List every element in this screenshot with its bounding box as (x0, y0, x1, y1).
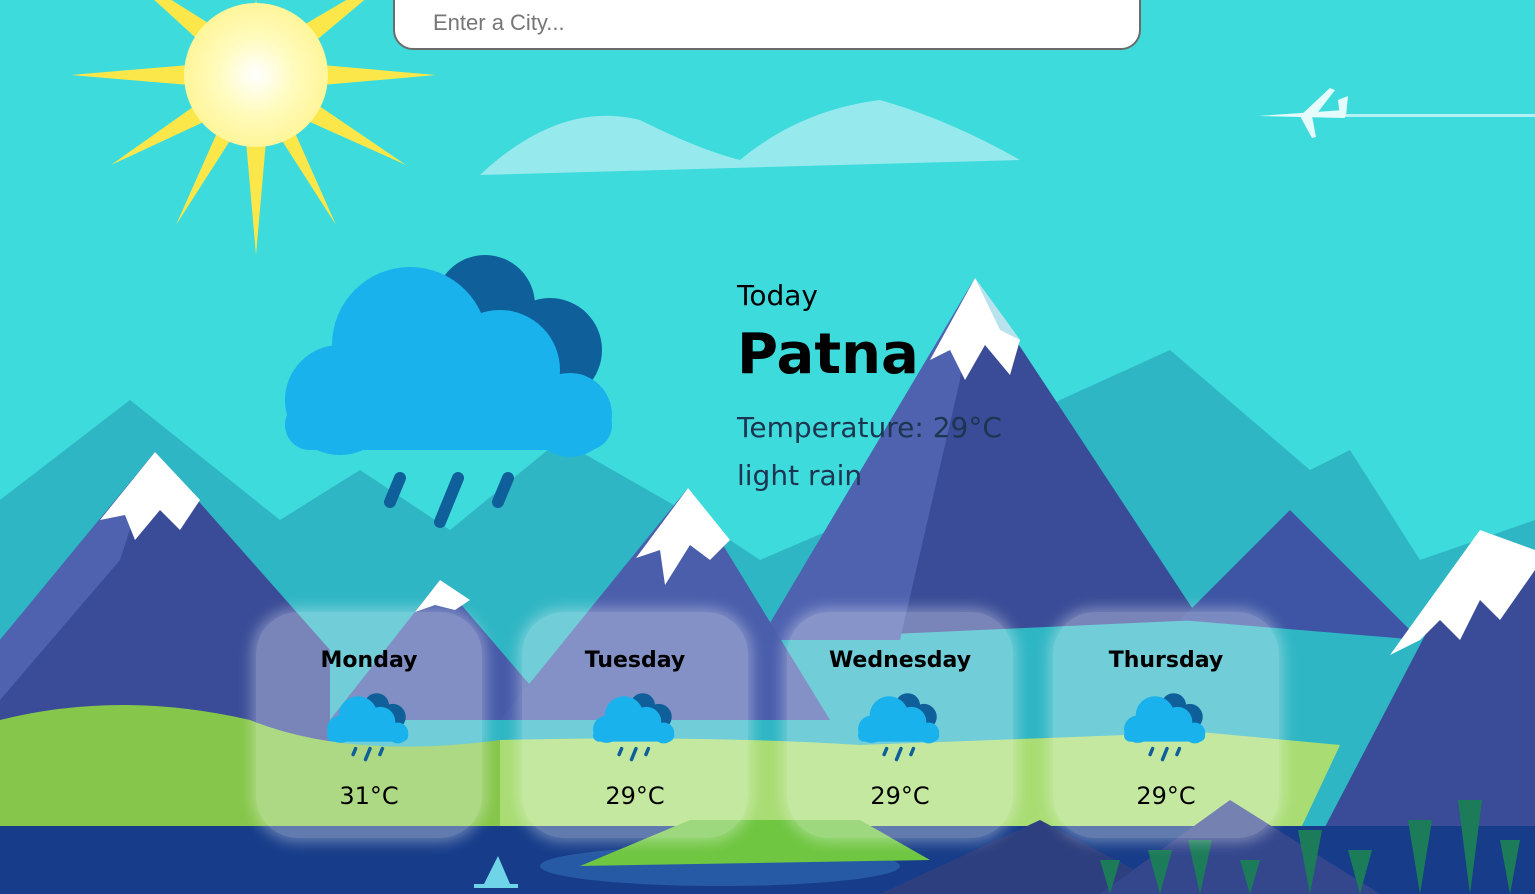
search-bar (393, 0, 1141, 50)
rain-cloud-icon (593, 693, 675, 762)
forecast-card-tuesday: Tuesday 29°C (522, 612, 748, 838)
forecast-card-wednesday: Wednesday 29°C (787, 612, 1013, 838)
rain-cloud-icon (285, 255, 612, 528)
forecast-day: Tuesday (584, 648, 686, 673)
forecast-card-monday: Monday 31°C (256, 612, 482, 838)
forecast-temperature: 31°C (339, 782, 399, 810)
forecast-temperature: 29°C (1136, 782, 1196, 810)
forecast-temperature: 29°C (605, 782, 665, 810)
today-label: Today (737, 279, 818, 312)
rain-cloud-icon (1124, 693, 1206, 762)
city-name: Patna (737, 322, 919, 387)
forecast-card-thursday: Thursday 29°C (1053, 612, 1279, 838)
city-search-input[interactable] (431, 6, 1115, 40)
current-temperature: Temperature: 29°C (737, 411, 1002, 444)
rain-cloud-icon (858, 693, 940, 762)
rain-cloud-icon (327, 693, 409, 762)
forecast-day: Wednesday (828, 648, 972, 673)
weather-description: light rain (737, 459, 863, 492)
forecast-temperature: 29°C (870, 782, 930, 810)
forecast-day: Thursday (1108, 648, 1224, 673)
current-weather: Today Patna Temperature: 29°C light rain (737, 278, 1002, 494)
weather-app: Today Patna Temperature: 29°C light rain… (0, 0, 1535, 894)
forecast-day: Monday (320, 648, 418, 673)
